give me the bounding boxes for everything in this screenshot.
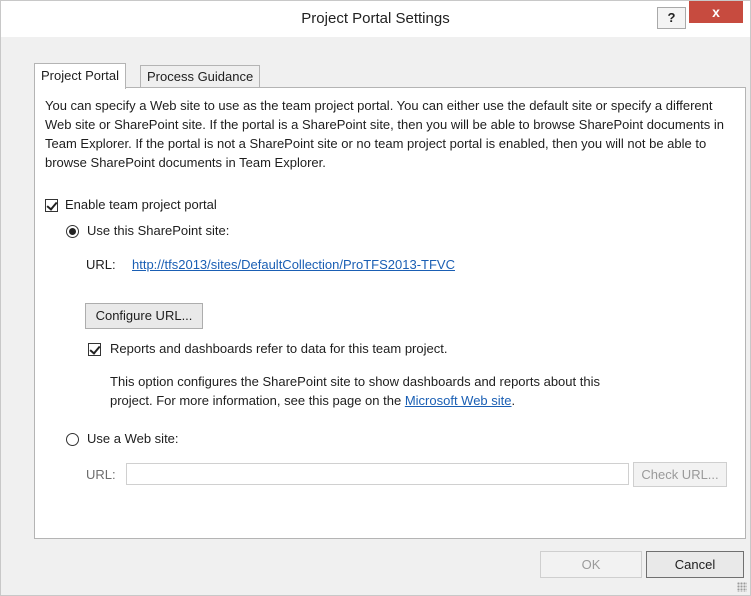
resize-grip-icon[interactable] <box>737 582 747 592</box>
sharepoint-site-radio[interactable] <box>66 225 79 238</box>
website-label: Use a Web site: <box>87 431 179 446</box>
reports-info-period: . <box>511 393 516 408</box>
website-radio[interactable] <box>66 433 79 446</box>
dialog-title: Project Portal Settings <box>301 10 450 27</box>
portal-description: You can specify a Web site to use as the… <box>45 98 725 170</box>
sharepoint-site-label: Use this SharePoint site: <box>87 223 230 238</box>
tab-project-portal[interactable]: Project Portal <box>34 63 127 89</box>
tab-process-guidance[interactable]: Process Guidance <box>140 65 261 87</box>
cancel-button[interactable]: Cancel <box>646 551 744 578</box>
reports-info-line-2: project. For more information, see this … <box>110 393 515 408</box>
tab-panel-project-portal: You can specify a Web site to use as the… <box>34 87 746 539</box>
close-button[interactable]: x <box>689 1 743 23</box>
enable-portal-checkbox[interactable] <box>45 199 58 212</box>
ok-button[interactable]: OK <box>540 551 642 578</box>
microsoft-website-link[interactable]: Microsoft Web site <box>405 393 512 408</box>
website-url-input[interactable] <box>126 463 629 485</box>
dialog-window: Project Portal Settings ? x Project Port… <box>0 0 751 596</box>
enable-portal-label: Enable team project portal <box>65 197 217 212</box>
website-url-label: URL: <box>86 467 116 482</box>
reports-info-text: project. For more information, see this … <box>110 393 405 408</box>
configure-url-button[interactable]: Configure URL... <box>85 303 203 329</box>
title-bar: Project Portal Settings ? x <box>1 1 750 37</box>
sharepoint-url-label: URL: <box>86 257 116 272</box>
reports-label: Reports and dashboards refer to data for… <box>110 341 448 356</box>
reports-checkbox[interactable] <box>88 343 101 356</box>
sharepoint-url-link[interactable]: http://tfs2013/sites/DefaultCollection/P… <box>132 257 455 272</box>
reports-info-line-1: This option configures the SharePoint si… <box>110 374 600 389</box>
help-button[interactable]: ? <box>657 7 686 29</box>
check-url-button[interactable]: Check URL... <box>633 462 727 487</box>
